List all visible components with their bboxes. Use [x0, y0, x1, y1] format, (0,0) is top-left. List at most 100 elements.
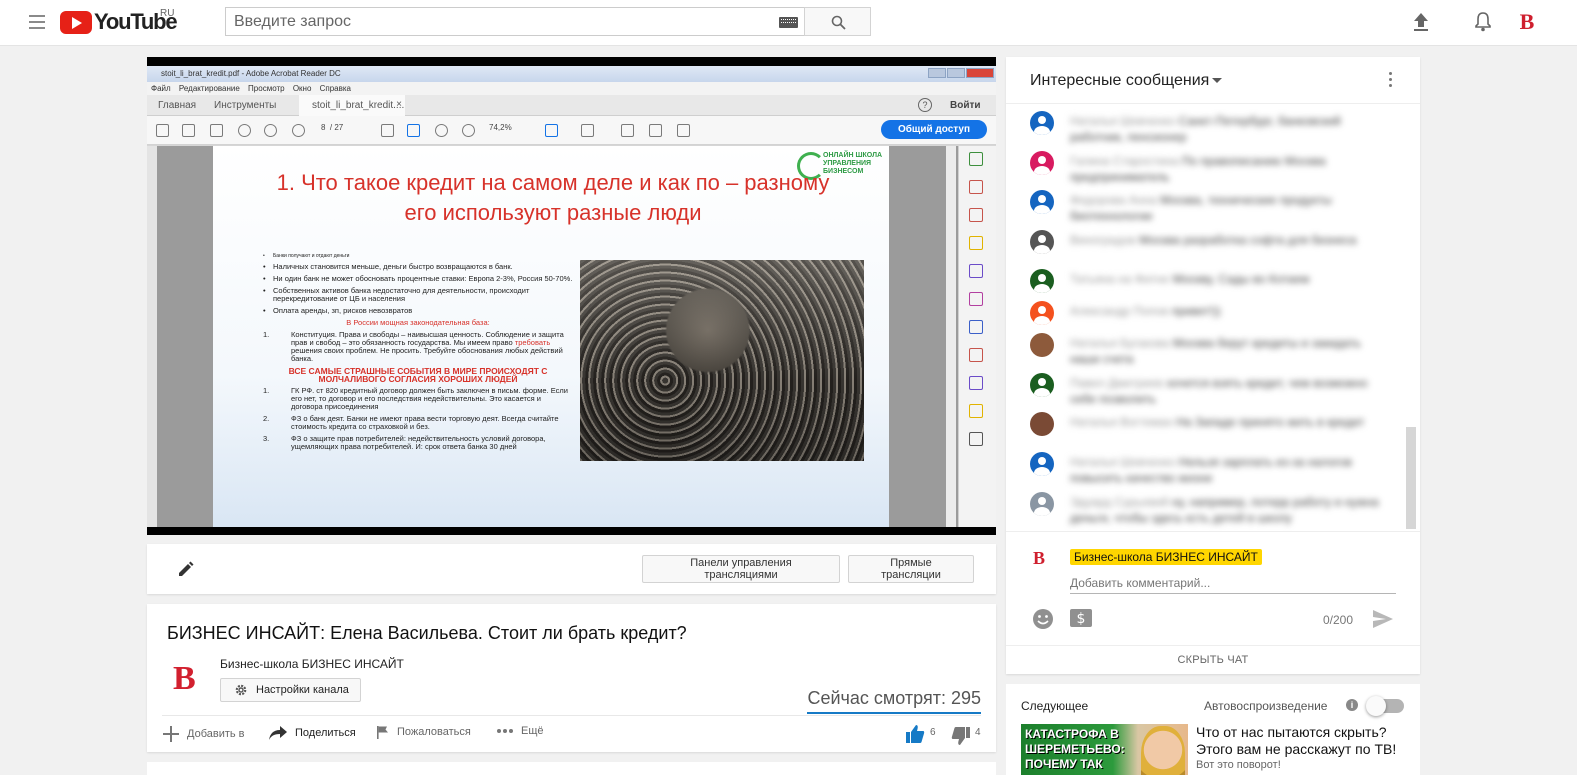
emoji-icon[interactable] [1032, 608, 1054, 630]
chat-comment-input[interactable] [1070, 572, 1396, 594]
chat-author-avatar[interactable] [1030, 412, 1054, 436]
hamburger-menu-icon[interactable] [29, 15, 45, 29]
thumbs-down-icon[interactable] [951, 726, 971, 746]
share-button[interactable]: Поделиться [268, 725, 356, 741]
save-icon [156, 124, 169, 137]
acrobat-window-title: stoit_li_brat_kredit.pdf - Adobe Acrobat… [147, 66, 996, 82]
description-card [147, 762, 996, 775]
certificate-icon [969, 404, 983, 418]
hide-chat-button[interactable]: СКРЫТЬ ЧАТ [1006, 645, 1420, 674]
send-icon[interactable] [1372, 609, 1394, 629]
chat-author-avatar[interactable] [1030, 492, 1054, 516]
report-button[interactable]: Пожаловаться [376, 725, 471, 739]
chat-message-text: Наталья Вогтеман На Западе принято жить … [1070, 414, 1390, 430]
keyboard-icon[interactable] [779, 17, 798, 28]
channel-settings-button[interactable]: Настройки канала [220, 678, 361, 702]
chat-author-avatar[interactable] [1030, 111, 1054, 135]
share-label: Поделиться [295, 727, 356, 739]
search-button[interactable] [804, 7, 871, 36]
fill-sign-icon [969, 292, 983, 306]
svg-text:$: $ [1077, 611, 1086, 627]
chat-author-name[interactable]: Виноградов [1070, 233, 1136, 247]
dislike-count: 4 [975, 727, 981, 738]
live-streams-button[interactable]: Прямые трансляции [848, 555, 974, 583]
my-avatar: B [1033, 548, 1046, 568]
page-up-icon [264, 124, 277, 137]
up-next: Следующее Автовоспроизведение i КАТАСТРО… [1006, 684, 1420, 775]
comment-tool-icon [969, 236, 983, 250]
chat-author-name[interactable]: Эдуард Сурьевий [1070, 495, 1168, 509]
chat-author-name[interactable]: Наталья Вогтеман [1070, 415, 1173, 429]
chat-author-avatar[interactable] [1030, 230, 1054, 254]
youtube-logo[interactable]: YouTube [60, 9, 178, 34]
next-video-title[interactable]: Что от нас пытаются скрыть? Этого вам не… [1196, 724, 1411, 758]
next-video-thumbnail[interactable]: КАТАСТРОФА В ШЕРЕМЕТЬЕВО: ПОЧЕМУ ТАК [1021, 724, 1188, 775]
owner-toolbar: Панели управления трансляциями Прямые тр… [147, 544, 996, 594]
print-icon [182, 124, 195, 137]
chat-author-name[interactable]: Наталья Бугакова [1070, 336, 1170, 350]
scroll-mode-icon [581, 124, 594, 137]
chat-author-name[interactable]: Федорова Анна [1070, 193, 1157, 207]
chat-scrollbar[interactable] [1406, 427, 1416, 529]
chat-author-name[interactable]: Галина Старостина [1070, 154, 1178, 168]
flag-icon [377, 726, 388, 739]
chat-message-body: На Западе принято жить в кредит [1176, 415, 1365, 429]
chat-author-avatar[interactable] [1030, 333, 1054, 357]
bell-icon[interactable] [1474, 11, 1492, 32]
autoplay-toggle[interactable] [1366, 696, 1404, 716]
window-controls [928, 68, 994, 78]
acrobat-page-current: 8 [321, 123, 326, 132]
add-to-button[interactable]: Добавить в [162, 725, 245, 743]
more-dots-icon [497, 729, 513, 733]
chat-author-name[interactable]: Наталья Шевченко [1070, 455, 1175, 469]
slide-item-number: 2. [263, 414, 270, 423]
report-label: Пожаловаться [397, 726, 471, 738]
acrobat-zoom: 74,2% [489, 123, 512, 132]
chat-author-avatar[interactable] [1030, 301, 1054, 325]
chat-message-text: Татьяна на Фитне Москву, Сады во Котаем [1070, 271, 1390, 287]
chat-author-avatar[interactable] [1030, 452, 1054, 476]
slide-bullet: Собственных активов банка недостаточно д… [263, 287, 573, 303]
chat-author-avatar[interactable] [1030, 373, 1054, 397]
chat-message-text: Федорова Анна Москва, технические продук… [1070, 192, 1390, 224]
chat-author-name[interactable]: Наталья Шевченко [1070, 114, 1175, 128]
autoplay-label: Автовоспроизведение [1204, 699, 1328, 713]
chat-author-name[interactable]: Павел Дмитриев [1070, 376, 1163, 390]
chat-messages: Наталья Шевченко Санкт-Петербург, банков… [1006, 105, 1406, 531]
chat-author-avatar[interactable] [1030, 151, 1054, 175]
play-logo-icon [60, 10, 92, 34]
acrobat-page-indicator: 8 / 27 [321, 123, 343, 132]
zoom-search-icon [238, 124, 251, 137]
info-icon[interactable]: i [1346, 699, 1358, 711]
acrobat-menu-bar: Файл Редактирование Просмотр Окно Справк… [147, 82, 996, 95]
chat-author-name[interactable]: Татьяна на Фитне [1070, 272, 1169, 286]
more-tools-icon [969, 432, 983, 446]
chevron-down-icon[interactable] [1212, 78, 1222, 83]
kebab-menu-icon[interactable] [1389, 72, 1393, 90]
left-rail [147, 146, 157, 527]
pencil-icon[interactable] [177, 560, 195, 578]
video-player[interactable]: stoit_li_brat_kredit.pdf - Adobe Acrobat… [147, 57, 996, 535]
slide-law-item: 1. Конституция. Права и свободы – наивысш… [263, 331, 573, 363]
like-count: 6 [930, 727, 936, 738]
thumbs-up-icon[interactable] [905, 724, 925, 744]
chat-mode-dropdown[interactable]: Интересные сообщения [1030, 72, 1209, 90]
chat-author-name[interactable]: Александр Попов [1070, 304, 1168, 318]
slide-item-text: ГК РФ. ст 820 кредитный договор должен б… [291, 386, 568, 411]
upload-icon[interactable] [1412, 12, 1430, 32]
close-tab-icon: × [396, 99, 402, 110]
acrobat-tab-home: Главная [158, 100, 197, 111]
chat-author-avatar[interactable] [1030, 190, 1054, 214]
chat-author-avatar[interactable] [1030, 269, 1054, 293]
super-chat-icon[interactable]: $ [1069, 608, 1093, 628]
live-dashboard-button[interactable]: Панели управления трансляциями [642, 555, 840, 583]
account-avatar[interactable]: B [1516, 10, 1538, 34]
sign-icon [677, 124, 690, 137]
slide-item-text: ФЗ о защите прав потребителей: недействи… [291, 434, 546, 451]
protect-icon [969, 320, 983, 334]
channel-avatar[interactable]: B [173, 662, 199, 696]
search-input[interactable] [226, 8, 771, 35]
more-actions-button[interactable]: Ещё [496, 725, 544, 737]
channel-name-link[interactable]: Бизнес-школа БИЗНЕС ИНСАЙТ [220, 657, 404, 671]
page-down-icon [292, 124, 305, 137]
